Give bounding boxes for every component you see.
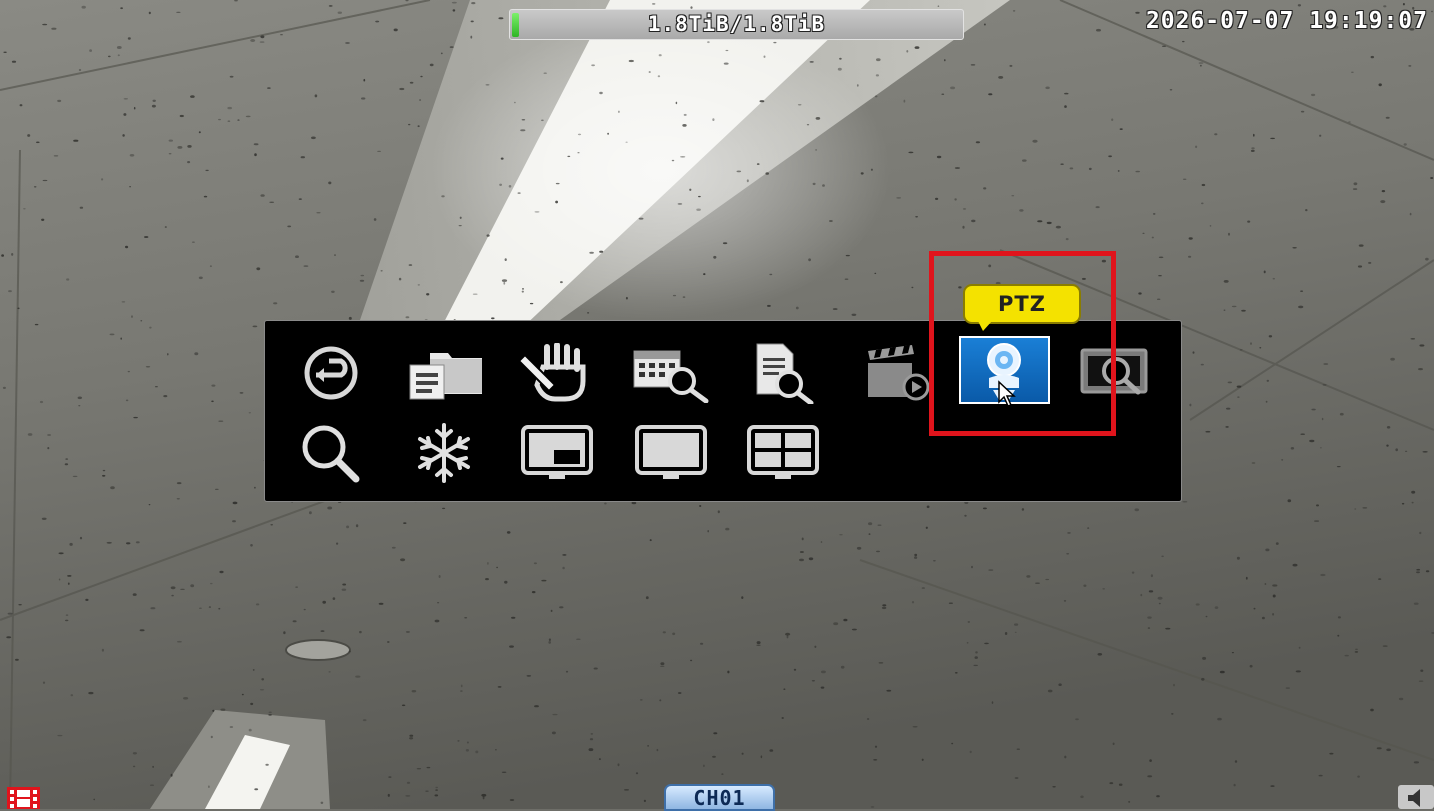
hdd-usage-bar: 1.8TiB/1.8TiB [509,9,964,40]
freeze-button[interactable] [399,418,489,488]
highlight-box [929,251,1116,436]
back-button[interactable] [286,338,376,408]
event-search-button[interactable] [738,338,828,408]
single-screen-button[interactable] [626,418,716,488]
clapperboard-play-icon [868,345,930,401]
pip-layout-button[interactable] [512,418,602,488]
manual-record-button[interactable] [512,338,602,408]
snowflake-freeze-icon [418,423,470,483]
hdd-usage-text: 1.8TiB/1.8TiB [647,12,826,36]
document-search-icon [756,343,814,404]
folder-documents-icon [409,353,482,400]
picture-in-picture-icon [521,425,593,479]
quad-screen-icon [747,425,819,479]
channel-label: CH01 [664,784,775,811]
datetime-display: 2026-07-07 19:19:07 [1145,8,1428,34]
single-screen-icon [635,425,707,479]
file-manager-button[interactable] [399,338,489,408]
calendar-search-icon [633,350,709,403]
quad-screen-button[interactable] [738,418,828,488]
back-return-icon [304,346,358,400]
ptz-tooltip: PTZ [963,284,1081,324]
speaker-icon[interactable] [1398,785,1434,809]
record-film-icon [7,787,40,809]
calendar-search-button[interactable] [626,338,716,408]
digital-zoom-button[interactable] [286,418,376,488]
manual-record-hand-icon [517,343,586,402]
tooltip-tail [978,321,992,331]
playback-button[interactable] [851,338,941,408]
magnifier-icon [302,425,360,483]
